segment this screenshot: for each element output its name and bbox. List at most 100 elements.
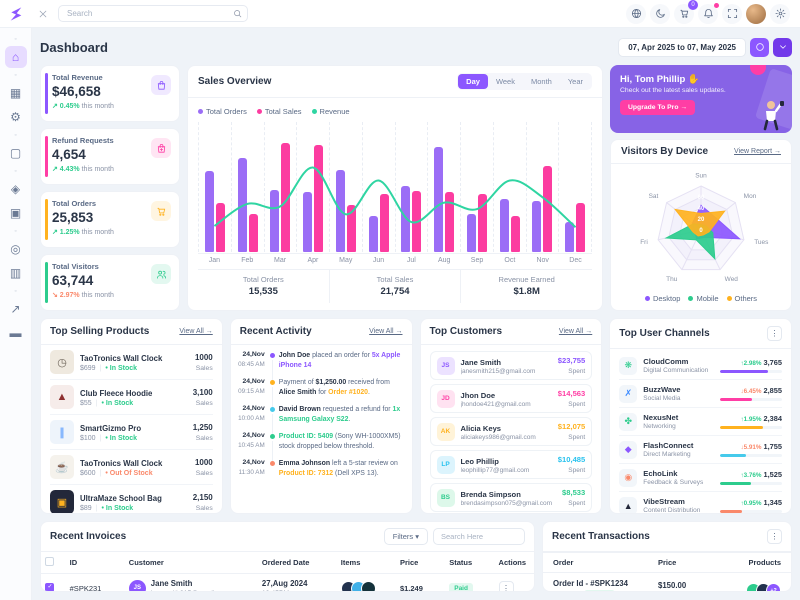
product-price: $100 bbox=[80, 434, 96, 442]
timeline-dot bbox=[269, 353, 275, 358]
sidebar-item-file[interactable]: ▢ bbox=[5, 142, 27, 164]
activity-item: 24,Nov 08:45 AM John Doe placed an order f… bbox=[233, 351, 403, 380]
bar bbox=[401, 185, 411, 252]
sidebar-item-diamond[interactable]: ◈ bbox=[5, 178, 27, 200]
stat-card: Total Revenue $46,658 ↗ 0.45% this month bbox=[40, 65, 180, 122]
x-axis-labels: Jan Feb Mar Apr May Jun Jul Aug Sep Oct Nov Dec bbox=[198, 253, 592, 264]
legend-item: Desktop bbox=[644, 294, 680, 303]
radar-legend: Desktop Mobile Others bbox=[611, 294, 791, 310]
banner-illustration bbox=[763, 101, 784, 131]
customer-row: JS Jane Smith janesmith215@gmail.com $23,75… bbox=[429, 351, 593, 380]
customer-avatar: LP bbox=[436, 455, 455, 474]
bar bbox=[281, 142, 291, 252]
transactions-columns: Order Price Products bbox=[543, 552, 791, 573]
status-badge: Paid bbox=[449, 582, 473, 591]
sidebar-item-kanban[interactable]: ▬ bbox=[5, 322, 27, 344]
transactions-title: Recent Transactions bbox=[552, 531, 650, 542]
app-logo[interactable] bbox=[0, 6, 32, 22]
sidebar-item-compass[interactable]: ◎ bbox=[5, 238, 27, 260]
language-button[interactable] bbox=[626, 3, 646, 24]
bar-group bbox=[492, 122, 526, 252]
bar bbox=[576, 202, 586, 252]
search-input[interactable] bbox=[58, 5, 248, 22]
transactions-menu-button[interactable]: ⋮ bbox=[767, 529, 782, 544]
refresh-button[interactable] bbox=[750, 37, 769, 57]
products-view-all-link[interactable]: View All → bbox=[179, 328, 212, 335]
ordered-date: 27,Aug 2024 bbox=[261, 579, 308, 588]
select-all-checkbox[interactable] bbox=[45, 557, 54, 566]
invoices-search-input[interactable] bbox=[433, 528, 525, 545]
cart-badge: 0 bbox=[688, 0, 698, 10]
timeline-dot bbox=[269, 380, 275, 385]
product-sales: 3,100 Sales bbox=[192, 387, 213, 407]
customer-row: AK Alicia Keys aliciakeys986@gmail.com $12,… bbox=[429, 417, 593, 446]
tab-week[interactable]: Week bbox=[488, 74, 523, 89]
product-name: Club Fleece Hoodie bbox=[80, 388, 153, 398]
view-report-link[interactable]: View Report → bbox=[734, 148, 781, 155]
close-icon[interactable] bbox=[32, 3, 54, 25]
product-sales: 1000 Sales bbox=[194, 352, 213, 372]
activity-link[interactable]: Product ID: 5409 bbox=[279, 433, 333, 440]
transaction-price: $150.00 bbox=[658, 581, 687, 590]
bar bbox=[248, 214, 258, 252]
activity-text: Emma Johnson left a 5-star review on Pro… bbox=[278, 460, 398, 477]
cart-button[interactable]: 0 bbox=[674, 0, 698, 24]
visitors-by-device-card: Visitors By Device View Report → Sun Mon T… bbox=[610, 139, 792, 311]
stock-status: • Out Of Stock bbox=[105, 469, 153, 477]
customer-amount: $23,755 bbox=[557, 356, 586, 365]
row-checkbox[interactable] bbox=[45, 582, 54, 591]
date-range-picker[interactable]: 07, Apr 2025 to 07, May 2025 bbox=[618, 37, 746, 57]
activity-text: Payment of $1,250.00 received from Alice… bbox=[278, 379, 390, 396]
sidebar-item-archive[interactable]: ▥ bbox=[5, 262, 27, 284]
filters-button[interactable]: Filters ▾ bbox=[383, 528, 428, 545]
channel-value: 1,345 bbox=[763, 498, 783, 507]
transaction-order-id: Order Id - #SPK1234 bbox=[553, 579, 628, 588]
channel-category: Feedback & Surveys bbox=[643, 479, 704, 486]
sidebar-item-settings[interactable]: ⚙ bbox=[5, 106, 27, 128]
product-sales: 1,250 Sales bbox=[192, 422, 213, 442]
notifications-button[interactable] bbox=[698, 2, 719, 24]
sidebar-item-home[interactable]: ⌂ bbox=[4, 46, 27, 68]
sidebar-item-package[interactable]: ▣ bbox=[5, 202, 27, 224]
tab-year[interactable]: Year bbox=[560, 74, 591, 89]
product-thumbnails: +2 bbox=[746, 583, 781, 591]
sidebar-item-chart[interactable]: ↗ bbox=[5, 298, 27, 320]
activity-link[interactable]: Order #1020 bbox=[328, 389, 368, 396]
customer-avatar: AK bbox=[436, 422, 455, 441]
invoice-id: #SPK231 bbox=[69, 583, 102, 592]
activity-item: 24,Nov 11:30 AM Emma Johnson left a 5-star… bbox=[233, 459, 403, 486]
bar-group bbox=[263, 122, 297, 252]
legend-item: Revenue bbox=[311, 107, 350, 116]
tab-month[interactable]: Month bbox=[523, 74, 560, 89]
user-avatar[interactable] bbox=[746, 3, 766, 24]
activity-link[interactable]: Product ID: 7312 bbox=[279, 470, 333, 477]
customers-view-all-link[interactable]: View All → bbox=[559, 328, 592, 335]
column-header: Price bbox=[395, 551, 446, 574]
fullscreen-button[interactable] bbox=[722, 3, 742, 24]
upgrade-button[interactable]: Upgrade To Pro → bbox=[620, 100, 696, 115]
bar bbox=[510, 215, 520, 252]
row-actions-button[interactable]: ⋮ bbox=[498, 580, 514, 591]
customer-email: jhondoe421@gmail.com bbox=[460, 400, 531, 408]
tab-day[interactable]: Day bbox=[458, 74, 488, 89]
filter-button[interactable] bbox=[773, 37, 792, 57]
channel-category: Digital Communication bbox=[643, 367, 709, 374]
ring-icon bbox=[755, 42, 765, 52]
invoice-row: #SPK231 JS Jane Smith janesmith215@gmail.co… bbox=[41, 574, 534, 592]
product-row: ∥ SmartGizmo Pro $100 | • In Stock 1,250 Sales bbox=[50, 415, 213, 450]
sidebar-item-apps[interactable]: ▦ bbox=[5, 82, 27, 104]
customer-name: Alicia Keys bbox=[460, 423, 502, 433]
customer-email: janesmith215@gmail.com bbox=[460, 367, 536, 375]
activity-view-all-link[interactable]: View All → bbox=[369, 328, 402, 335]
main-content: Dashboard 07, Apr 2025 to 07, May 2025 T… bbox=[32, 28, 800, 600]
customer-row: LP Leo Phillip leophillip77@gmail.com $10,4… bbox=[429, 450, 593, 479]
activity-text: David Brown requested a refund for 1x Sa… bbox=[278, 406, 401, 423]
customer-name: Jane Smith bbox=[460, 357, 502, 367]
bar bbox=[270, 189, 280, 252]
settings-button[interactable] bbox=[770, 3, 790, 24]
users-icon bbox=[151, 264, 171, 284]
channels-menu-button[interactable]: ⋮ bbox=[767, 326, 782, 341]
product-image: ∥ bbox=[50, 420, 74, 444]
dark-mode-button[interactable] bbox=[650, 3, 670, 24]
gear-icon bbox=[775, 8, 786, 19]
